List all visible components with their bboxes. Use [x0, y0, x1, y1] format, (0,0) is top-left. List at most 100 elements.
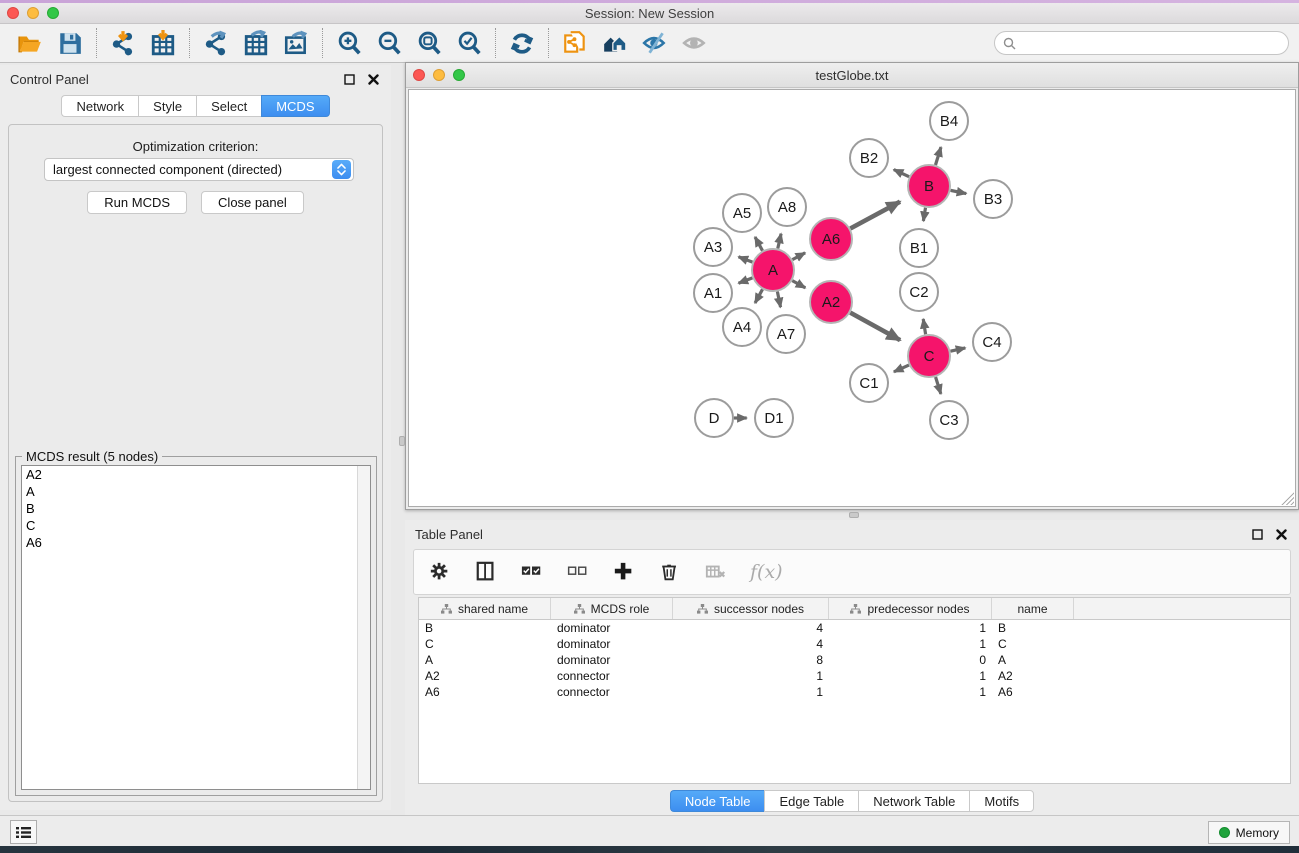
- edge-C-C2[interactable]: [923, 319, 925, 334]
- node-A6[interactable]: A6: [810, 218, 852, 260]
- node-C2[interactable]: C2: [900, 273, 938, 311]
- zoom-selected-icon[interactable]: [449, 27, 489, 59]
- node-A4[interactable]: A4: [723, 308, 761, 346]
- tab-node-table[interactable]: Node Table: [670, 790, 765, 812]
- column-layout-icon[interactable]: [474, 556, 498, 588]
- vertical-splitter-handle[interactable]: [399, 436, 405, 446]
- edge-B-B1[interactable]: [923, 208, 925, 221]
- close-panel-icon[interactable]: [365, 71, 381, 87]
- zoom-in-icon[interactable]: [329, 27, 369, 59]
- node-A1[interactable]: A1: [694, 274, 732, 312]
- edge-A-A2[interactable]: [792, 281, 805, 288]
- node-A8[interactable]: A8: [768, 188, 806, 226]
- table-row[interactable]: Cdominator41C: [419, 636, 1290, 652]
- mcds-result-item[interactable]: C: [22, 517, 370, 534]
- deselect-all-icon[interactable]: [566, 556, 590, 588]
- tab-motifs[interactable]: Motifs: [969, 790, 1034, 812]
- column-header-name[interactable]: name: [992, 598, 1074, 619]
- node-B[interactable]: B: [908, 165, 950, 207]
- search-input[interactable]: [1021, 36, 1288, 50]
- import-table-icon[interactable]: [143, 27, 183, 59]
- add-column-icon[interactable]: [612, 556, 636, 588]
- tab-select[interactable]: Select: [196, 95, 261, 117]
- delete-column-icon[interactable]: [658, 556, 682, 588]
- edge-A-A8[interactable]: [778, 234, 781, 249]
- network-canvas[interactable]: B4 B2 B B3 A5A8A6 A3 B1 A A1 C2 A2 A4A7 C4 C C1 D D1 C3: [408, 89, 1296, 507]
- column-header-shared-name[interactable]: shared name: [419, 598, 551, 619]
- edge-A-A1[interactable]: [739, 278, 753, 283]
- edge-B-B3[interactable]: [951, 190, 967, 193]
- table-row[interactable]: A2connector11A2: [419, 668, 1290, 684]
- show-panels-list-button[interactable]: [10, 820, 37, 844]
- first-neighbors-icon[interactable]: [595, 27, 635, 59]
- node-B3[interactable]: B3: [974, 180, 1012, 218]
- tab-network-table[interactable]: Network Table: [858, 790, 969, 812]
- node-A3[interactable]: A3: [694, 228, 732, 266]
- tab-edge-table[interactable]: Edge Table: [764, 790, 858, 812]
- edge-B-B4[interactable]: [935, 147, 940, 165]
- tab-network[interactable]: Network: [61, 95, 138, 117]
- horizontal-splitter-handle[interactable]: [849, 512, 859, 518]
- node-D[interactable]: D: [695, 399, 733, 437]
- node-C3[interactable]: C3: [930, 401, 968, 439]
- edge-A-A5[interactable]: [755, 237, 762, 251]
- edge-A-A4[interactable]: [755, 289, 762, 303]
- import-network-icon[interactable]: [103, 27, 143, 59]
- zoom-out-icon[interactable]: [369, 27, 409, 59]
- edge-A-A7[interactable]: [777, 292, 780, 308]
- edge-A-A6[interactable]: [792, 253, 805, 260]
- close-panel-button[interactable]: Close panel: [201, 191, 304, 214]
- edge-C-C3[interactable]: [936, 377, 941, 394]
- edge-A6-B[interactable]: [850, 202, 900, 229]
- network-window-titlebar[interactable]: testGlobe.txt: [406, 63, 1298, 88]
- scrollbar-track[interactable]: [357, 466, 370, 789]
- export-table-icon[interactable]: [236, 27, 276, 59]
- refresh-icon[interactable]: [502, 27, 542, 59]
- edge-A-A3[interactable]: [739, 257, 753, 262]
- node-C1[interactable]: C1: [850, 364, 888, 402]
- search-field[interactable]: [994, 31, 1289, 55]
- mcds-result-item[interactable]: A6: [22, 534, 370, 551]
- float-panel-icon[interactable]: [341, 71, 357, 87]
- node-B4[interactable]: B4: [930, 102, 968, 140]
- optimization-criterion-select[interactable]: largest connected component (directed): [44, 158, 354, 181]
- close-panel-icon[interactable]: [1273, 526, 1289, 542]
- node-B1[interactable]: B1: [900, 229, 938, 267]
- node-C4[interactable]: C4: [973, 323, 1011, 361]
- window-resize-grip[interactable]: [1281, 492, 1294, 505]
- tab-style[interactable]: Style: [138, 95, 196, 117]
- memory-button[interactable]: Memory: [1208, 821, 1290, 844]
- mcds-result-item[interactable]: B: [22, 500, 370, 517]
- mcds-result-list[interactable]: A2ABCA6: [21, 465, 371, 790]
- node-A7[interactable]: A7: [767, 315, 805, 353]
- save-session-icon[interactable]: [50, 27, 90, 59]
- new-network-from-selection-icon[interactable]: [555, 27, 595, 59]
- edge-C-C4[interactable]: [950, 348, 965, 351]
- open-file-icon[interactable]: [10, 27, 50, 59]
- run-mcds-button[interactable]: Run MCDS: [87, 191, 187, 214]
- table-row[interactable]: A6connector11A6: [419, 684, 1290, 700]
- select-all-icon[interactable]: [520, 556, 544, 588]
- settings-gear-icon[interactable]: [428, 556, 452, 588]
- show-hide-graphics-icon[interactable]: [635, 27, 675, 59]
- column-header-successor-nodes[interactable]: successor nodes: [673, 598, 829, 619]
- edge-A2-C[interactable]: [850, 313, 900, 340]
- column-header-MCDS-role[interactable]: MCDS role: [551, 598, 673, 619]
- node-D1[interactable]: D1: [755, 399, 793, 437]
- node-B2[interactable]: B2: [850, 139, 888, 177]
- mcds-result-item[interactable]: A: [22, 483, 370, 500]
- node-A[interactable]: A: [752, 249, 794, 291]
- node-A2[interactable]: A2: [810, 281, 852, 323]
- column-header-predecessor-nodes[interactable]: predecessor nodes: [829, 598, 992, 619]
- node-A5[interactable]: A5: [723, 194, 761, 232]
- mcds-result-item[interactable]: A2: [22, 466, 370, 483]
- export-network-icon[interactable]: [196, 27, 236, 59]
- node-C[interactable]: C: [908, 335, 950, 377]
- export-image-icon[interactable]: [276, 27, 316, 59]
- table-row[interactable]: Adominator80A: [419, 652, 1290, 668]
- edge-C-C1[interactable]: [894, 365, 909, 372]
- float-panel-icon[interactable]: [1249, 526, 1265, 542]
- tab-mcds[interactable]: MCDS: [261, 95, 329, 117]
- table-row[interactable]: Bdominator41B: [419, 620, 1290, 636]
- edge-B-B2[interactable]: [894, 170, 909, 177]
